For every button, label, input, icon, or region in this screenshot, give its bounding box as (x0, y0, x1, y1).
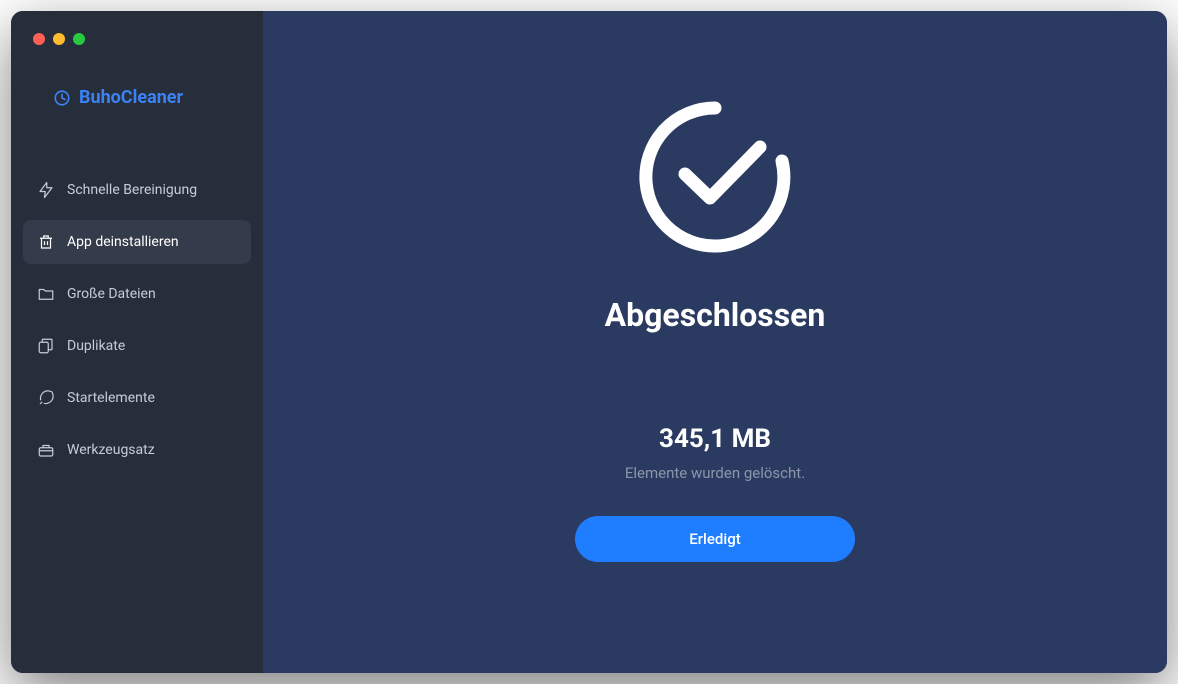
app-title: BuhoCleaner (11, 87, 263, 108)
copy-icon (37, 337, 55, 355)
lightning-icon (37, 181, 55, 199)
trash-icon (37, 233, 55, 251)
folder-icon (37, 285, 55, 303)
minimize-window-button[interactable] (53, 33, 65, 45)
sidebar-item-quick-clean[interactable]: Schnelle Bereinigung (23, 168, 251, 212)
close-window-button[interactable] (33, 33, 45, 45)
main-content: Abgeschlossen 345,1 MB Elemente wurden g… (263, 11, 1167, 673)
sidebar-item-label: Werkzeugsatz (67, 442, 155, 458)
sidebar: BuhoCleaner Schnelle Bereinigung App dei… (11, 11, 263, 673)
sidebar-nav: Schnelle Bereinigung App deinstallieren … (11, 168, 263, 480)
app-window: BuhoCleaner Schnelle Bereinigung App dei… (11, 11, 1167, 673)
sidebar-item-label: Duplikate (67, 338, 125, 354)
sidebar-item-startup-items[interactable]: Startelemente (23, 376, 251, 420)
window-controls (11, 27, 263, 45)
app-logo-icon (53, 89, 71, 107)
sidebar-item-label: App deinstallieren (67, 234, 179, 250)
sidebar-item-label: Schnelle Bereinigung (67, 182, 197, 198)
sidebar-item-large-files[interactable]: Große Dateien (23, 272, 251, 316)
sidebar-item-label: Große Dateien (67, 286, 156, 302)
deleted-message: Elemente wurden gelöscht. (625, 464, 805, 482)
toolbox-icon (37, 441, 55, 459)
rocket-icon (37, 389, 55, 407)
sidebar-item-duplicates[interactable]: Duplikate (23, 324, 251, 368)
app-title-text: BuhoCleaner (79, 87, 183, 108)
sidebar-item-label: Startelemente (67, 390, 155, 406)
success-check-icon (630, 92, 800, 266)
maximize-window-button[interactable] (73, 33, 85, 45)
sidebar-item-toolkit[interactable]: Werkzeugsatz (23, 428, 251, 472)
done-button[interactable]: Erledigt (575, 516, 855, 562)
completed-title: Abgeschlossen (605, 296, 826, 334)
sidebar-item-uninstall-app[interactable]: App deinstallieren (23, 220, 251, 264)
size-cleaned: 345,1 MB (659, 424, 771, 454)
